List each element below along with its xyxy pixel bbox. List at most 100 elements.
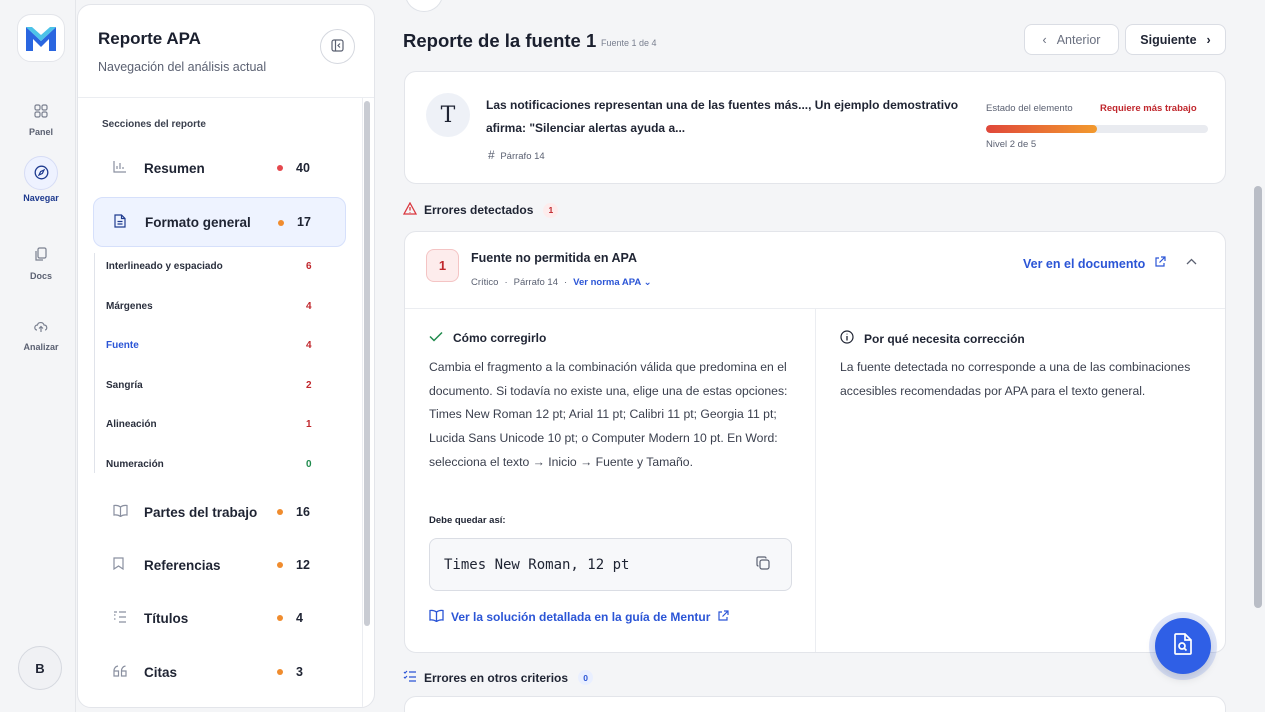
rail-item-navegar[interactable]: Navegar [13, 153, 69, 205]
snippet-initial: T [426, 93, 470, 137]
next-label: Siguiente [1140, 32, 1197, 47]
sidebar-item-partes-del-trabajo[interactable]: Partes del trabajo 16 [93, 487, 346, 537]
grid-icon [34, 103, 48, 123]
item-count: 40 [296, 161, 310, 175]
sidebar-item-formato-general[interactable]: Formato general 17 [93, 197, 346, 247]
subitem-count: 4 [306, 301, 312, 312]
floating-action-button[interactable] [1155, 618, 1211, 674]
errors-count-badge: 1 [543, 202, 559, 218]
should-be-label: Debe quedar así: [429, 515, 506, 526]
chevron-right-icon: › [1206, 32, 1211, 47]
apa-rule-label: Ver norma APA [573, 277, 641, 288]
subitem-margenes[interactable]: Márgenes 4 [106, 301, 326, 312]
chevron-up-icon[interactable] [1186, 254, 1197, 268]
column-divider [815, 308, 816, 652]
warning-icon [402, 201, 418, 218]
state-value: Requiere más trabajo [1100, 103, 1197, 114]
app-logo[interactable] [17, 14, 65, 62]
document-icon [114, 213, 134, 231]
source-snippet-card: T Las notificaciones representan una de … [404, 71, 1226, 184]
quote-icon [113, 664, 133, 680]
subitem-label: Numeración [106, 459, 164, 470]
external-link-icon [1154, 256, 1166, 271]
status-dot [277, 669, 283, 675]
subsection-list [94, 253, 346, 473]
other-criteria-heading: Errores en otros criterios 0 [403, 670, 594, 685]
previous-button[interactable]: ‹ Anterior [1024, 24, 1119, 55]
chevron-down-icon: ⌄ [643, 277, 652, 288]
why-heading-label: Por qué necesita corrección [864, 331, 1025, 346]
level-text: Nivel 2 de 5 [986, 139, 1037, 150]
sidebar-subtitle: Navegación del análisis actual [98, 60, 267, 74]
view-in-document-link[interactable]: Ver en el documento [1023, 256, 1166, 271]
fix-heading: Cómo corregirlo [429, 330, 546, 345]
subitem-label: Sangría [106, 380, 143, 391]
rail-item-label: Panel [28, 126, 53, 137]
subitem-label: Interlineado y espaciado [106, 261, 223, 272]
guide-link-label: Ver la solución detallada en la guía de … [451, 610, 711, 624]
why-heading: Por qué necesita corrección [840, 330, 1025, 347]
checklist-icon [403, 670, 417, 685]
user-avatar[interactable]: B [18, 646, 62, 690]
sidebar-title: Reporte APA [98, 29, 201, 48]
sidebar-item-citas[interactable]: Citas 3 [93, 647, 346, 697]
view-doc-label: Ver en el documento [1023, 257, 1146, 271]
hash-icon: # [488, 148, 495, 162]
error-severity: Crítico [471, 277, 499, 288]
item-count: 17 [297, 215, 311, 229]
page-scrollbar[interactable] [1254, 186, 1262, 608]
errors-heading: Errores detectados 1 [402, 201, 559, 218]
page-subtitle: Fuente 1 de 4 [601, 38, 657, 48]
apa-rule-link[interactable]: Ver norma APA ⌄ [573, 277, 651, 288]
copy-icon[interactable] [756, 556, 770, 574]
error-number: 1 [426, 249, 459, 282]
app-rail: Panel Navegar Docs Analizar B [0, 0, 76, 712]
should-be-value-box: Times New Roman, 12 pt [429, 538, 792, 591]
sidebar-item-resumen[interactable]: Resumen 40 [93, 143, 346, 193]
sidebar-item-referencias[interactable]: Referencias 12 [93, 540, 346, 590]
subitem-sangria[interactable]: Sangría 2 [106, 380, 326, 391]
errors-heading-label: Errores detectados [424, 203, 534, 217]
collapse-sidebar-button[interactable] [320, 29, 355, 64]
chevron-left-icon: ‹ [1042, 32, 1047, 47]
rail-item-docs[interactable]: Docs [13, 238, 69, 290]
sidebar-item-label: Partes del trabajo [144, 504, 258, 520]
sidebar-item-titulos[interactable]: Títulos 4 [93, 593, 346, 643]
subitem-interlineado[interactable]: Interlineado y espaciado 6 [106, 261, 326, 272]
status-dot [277, 615, 283, 621]
report-sidebar: Reporte APA Navegación del análisis actu… [77, 4, 375, 708]
sections-label: Secciones del reporte [102, 119, 206, 130]
subitem-count: 6 [306, 261, 312, 272]
snippet-text: Las notificaciones representan una de la… [486, 98, 959, 135]
separator: · [564, 277, 568, 288]
level-progress-fill [986, 125, 1097, 133]
book-icon [113, 504, 133, 520]
top-control[interactable] [405, 0, 443, 12]
bookmark-icon [113, 557, 133, 573]
subitem-count: 1 [306, 419, 312, 430]
snippet-meta: # Párrafo 14 [488, 148, 545, 162]
rail-item-analizar[interactable]: Analizar [13, 309, 69, 361]
rail-item-label: Docs [29, 271, 52, 281]
fix-text: Cambia el fragmento a la combinación vál… [429, 360, 788, 469]
info-icon [840, 330, 854, 347]
check-icon [429, 330, 443, 345]
sidebar-item-label: Formato general [145, 214, 251, 230]
documents-icon [34, 247, 48, 267]
subitem-fuente[interactable]: Fuente 4 [106, 340, 326, 351]
other-criteria-label: Errores en otros criterios [424, 670, 569, 685]
subitem-numeracion[interactable]: Numeración 0 [106, 459, 326, 470]
page-scrollbar-track [1252, 0, 1265, 712]
item-count: 3 [296, 665, 303, 679]
subitem-alineacion[interactable]: Alineación 1 [106, 419, 326, 430]
sidebar-item-label: Referencias [144, 557, 221, 573]
next-button[interactable]: Siguiente › [1125, 24, 1226, 55]
rail-item-panel[interactable]: Panel [13, 94, 69, 146]
guide-link[interactable]: Ver la solución detallada en la guía de … [429, 609, 730, 625]
snippet-paragraph: Párrafo 14 [500, 151, 545, 162]
bar-chart-icon [113, 160, 133, 176]
sidebar-scrollbar[interactable] [364, 101, 370, 626]
sidebar-item-label: Títulos [144, 610, 189, 626]
external-link-icon [717, 609, 730, 625]
state-label: Estado del elemento [986, 103, 1073, 114]
